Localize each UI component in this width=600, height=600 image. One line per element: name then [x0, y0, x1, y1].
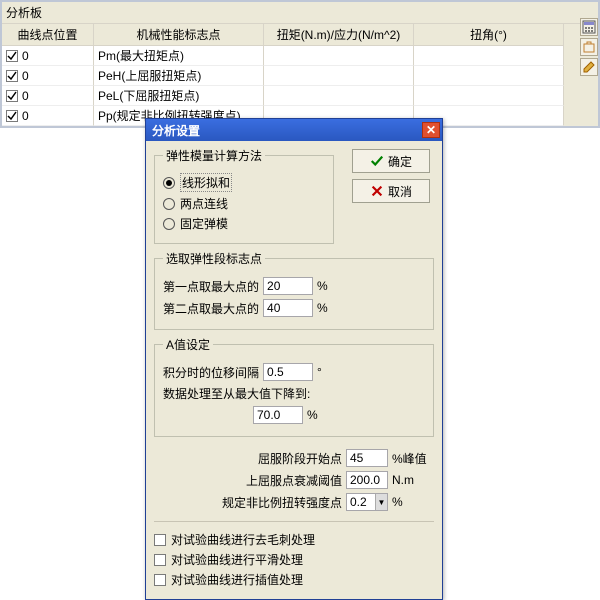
row-torque-cell: [264, 86, 414, 106]
dialog-titlebar[interactable]: 分析设置 ✕: [146, 119, 442, 141]
group-elastic: 弹性模量计算方法 线形拟和 两点连线 固定弹模: [154, 147, 334, 244]
pct-label: %: [317, 279, 328, 293]
radio-fixed[interactable]: 固定弹模: [163, 215, 325, 232]
row-angle-cell: [414, 66, 564, 86]
cancel-button[interactable]: 取消: [352, 179, 430, 203]
col-header-mark: 机械性能标志点: [94, 24, 264, 46]
group-marks: 选取弹性段标志点 第一点取最大点的 % 第二点取最大点的 %: [154, 250, 434, 330]
check-interpolate[interactable]: [154, 574, 166, 586]
row-pos-cell: ▲▼: [2, 86, 94, 106]
a-row2-label: 数据处理至从最大值下降到:: [163, 385, 310, 402]
pct-label: %: [307, 408, 318, 422]
yield-row1-input[interactable]: [346, 449, 388, 467]
row-torque-cell: [264, 46, 414, 66]
suffix-label: %峰值: [392, 450, 430, 467]
marks-row2-input[interactable]: [263, 299, 313, 317]
edit-icon[interactable]: [580, 58, 598, 76]
row-mark-cell: Pm(最大扭矩点): [94, 46, 264, 66]
cancel-label: 取消: [388, 183, 412, 200]
row-checkbox[interactable]: [6, 50, 18, 62]
ok-label: 确定: [388, 153, 412, 170]
analysis-settings-dialog: 分析设置 ✕ 确定 取消 弹性模量计算方法 线形拟和 两点连线 固定弹模 选取弹…: [145, 118, 443, 600]
row-angle-cell: [414, 86, 564, 106]
yield-row2-label: 上屈服点衰减阈值: [246, 472, 342, 489]
dialog-title: 分析设置: [152, 122, 200, 139]
unit-label: N.m: [392, 473, 430, 487]
group-a-legend: A值设定: [163, 336, 213, 353]
check-label: 对试验曲线进行平滑处理: [171, 551, 303, 568]
group-elastic-legend: 弹性模量计算方法: [163, 147, 265, 164]
row-mark-cell: PeL(下屈服扭矩点): [94, 86, 264, 106]
check-label: 对试验曲线进行去毛刺处理: [171, 531, 315, 548]
marks-row1-label: 第一点取最大点的: [163, 278, 259, 295]
row-checkbox[interactable]: [6, 70, 18, 82]
cross-icon: [370, 184, 384, 198]
check-deburr[interactable]: [154, 534, 166, 546]
a-row1-label: 积分时的位移间隔: [163, 364, 259, 381]
col-header-angle: 扭角(°): [414, 24, 564, 46]
row-mark-cell: PeH(上屈服扭矩点): [94, 66, 264, 86]
row-angle-cell: [414, 46, 564, 66]
row-checkbox[interactable]: [6, 110, 18, 122]
group-a: A值设定 积分时的位移间隔 ° 数据处理至从最大值下降到: %: [154, 336, 434, 437]
yield-settings: 屈服阶段开始点 %峰值 上屈服点衰减阈值 N.m 规定非比例扭转强度点 ▼ %: [154, 443, 434, 521]
pct-label: %: [317, 301, 328, 315]
group-marks-legend: 选取弹性段标志点: [163, 250, 265, 267]
unit-label: °: [317, 365, 322, 379]
processing-checks: 对试验曲线进行去毛刺处理 对试验曲线进行平滑处理 对试验曲线进行插值处理: [154, 521, 434, 588]
row-pos-cell: ▲▼: [2, 46, 94, 66]
radio-two-point[interactable]: 两点连线: [163, 195, 325, 212]
suffix-label: %: [392, 495, 430, 509]
check-smooth[interactable]: [154, 554, 166, 566]
yield-row1-label: 屈服阶段开始点: [258, 450, 342, 467]
row-torque-cell: [264, 66, 414, 86]
col-header-position: 曲线点位置: [2, 24, 94, 46]
check-icon: [370, 154, 384, 168]
row-pos-cell: ▲▼: [2, 66, 94, 86]
close-icon[interactable]: ✕: [422, 122, 440, 138]
dropdown-arrow-icon[interactable]: ▼: [375, 494, 387, 510]
a-row2-input[interactable]: [253, 406, 303, 424]
marks-row2-label: 第二点取最大点的: [163, 300, 259, 317]
col-header-torque: 扭矩(N.m)/应力(N/m^2): [264, 24, 414, 46]
calculator-icon[interactable]: [580, 18, 598, 36]
a-row1-input[interactable]: [263, 363, 313, 381]
side-toolbar: [580, 18, 600, 76]
row-checkbox[interactable]: [6, 90, 18, 102]
ok-button[interactable]: 确定: [352, 149, 430, 173]
radio-linear-fit[interactable]: 线形拟和: [163, 173, 325, 192]
yield-row2-input[interactable]: [346, 471, 388, 489]
row-pos-cell: ▲▼: [2, 106, 94, 126]
clear-icon[interactable]: [580, 38, 598, 56]
yield-row3-label: 规定非比例扭转强度点: [222, 494, 342, 511]
panel-title: 分析板: [2, 2, 598, 24]
check-label: 对试验曲线进行插值处理: [171, 571, 303, 588]
marks-row1-input[interactable]: [263, 277, 313, 295]
analysis-panel: 分析板 曲线点位置 机械性能标志点 扭矩(N.m)/应力(N/m^2) 扭角(°…: [0, 0, 600, 128]
analysis-grid: 曲线点位置 机械性能标志点 扭矩(N.m)/应力(N/m^2) 扭角(°) ▲▼…: [2, 24, 598, 126]
